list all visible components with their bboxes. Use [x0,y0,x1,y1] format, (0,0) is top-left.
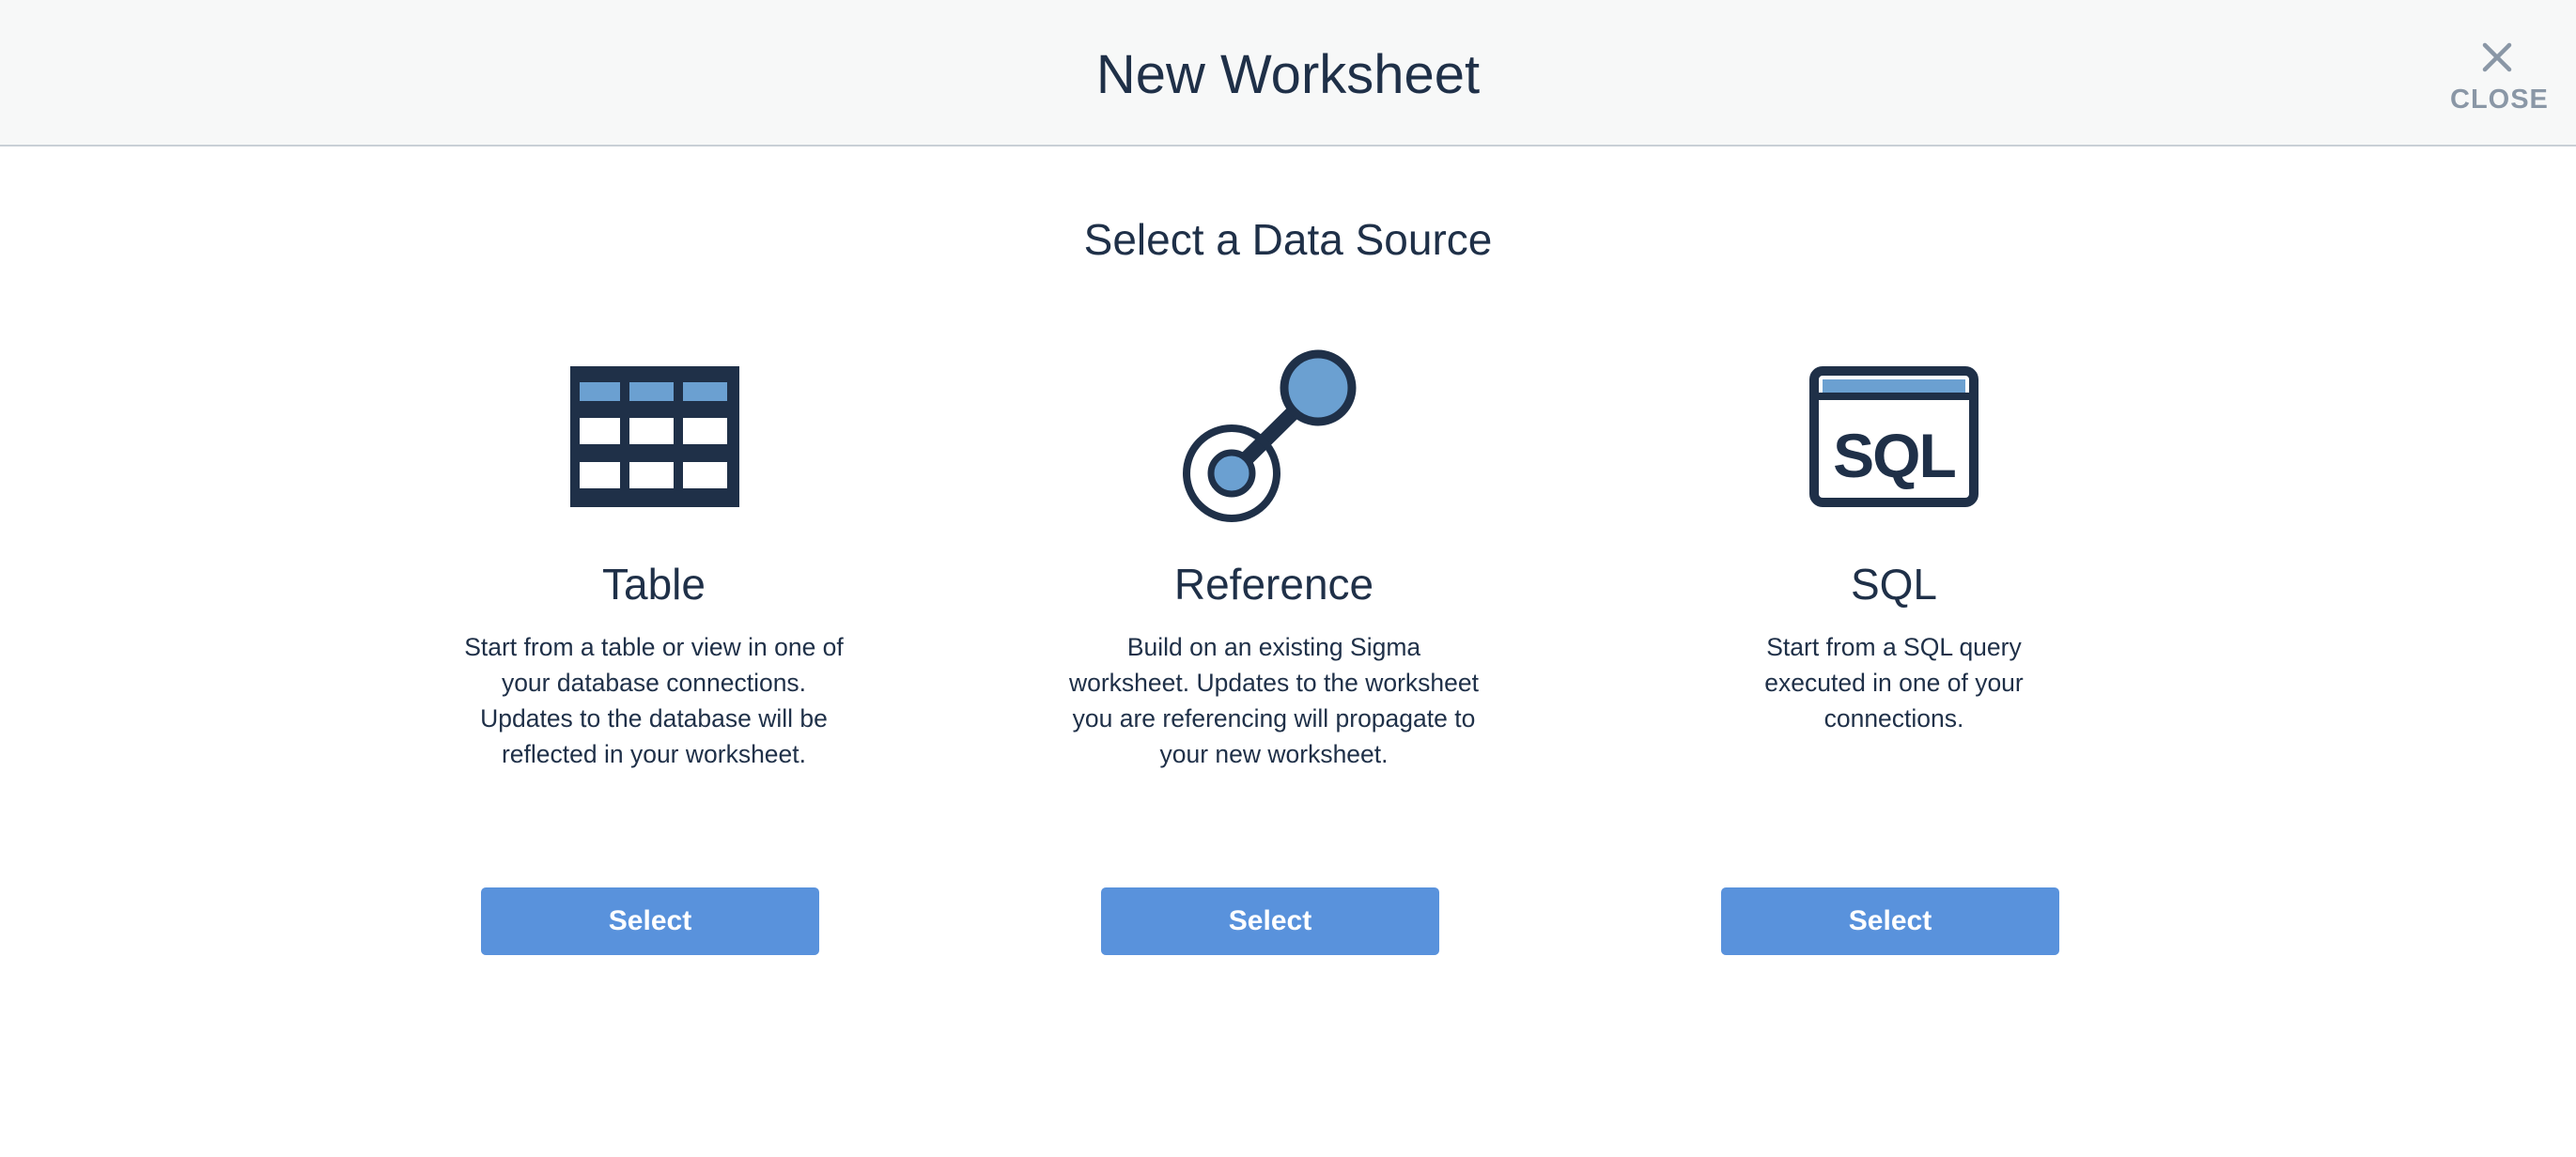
select-sql-button[interactable]: Select [1721,887,2059,955]
table-icon [570,366,739,507]
select-table-button[interactable]: Select [481,887,819,955]
close-label: CLOSE [2450,85,2549,115]
card-description: Start from a SQL query executed in one o… [1764,633,2024,733]
card-title: SQL [1850,560,1938,609]
page-title: New Worksheet [1095,44,1481,105]
reference-icon [1183,349,1357,522]
close-icon [2482,42,2512,72]
section-title: Select a Data Source [1083,215,1493,264]
sql-icon: SQL [1809,366,1979,507]
card-title: Table [602,560,706,609]
data-source-card-sql: SQL SQL Start from a SQL query executed … [1687,338,2101,958]
card-description: Start from a table or view in one of you… [464,633,844,768]
close-button[interactable]: CLOSE [2450,38,2549,122]
select-reference-button[interactable]: Select [1101,887,1439,955]
data-source-card-reference: Reference Build on an existing Sigma wor… [1067,338,1481,958]
modal-header: New Worksheet CLOSE [0,0,2576,147]
card-title: Reference [1173,560,1374,609]
data-source-card-table: Table Start from a table or view in one … [447,338,861,958]
card-description: Build on an existing Sigma worksheet. Up… [1068,633,1479,768]
sql-icon-text: SQL [1833,421,1955,490]
